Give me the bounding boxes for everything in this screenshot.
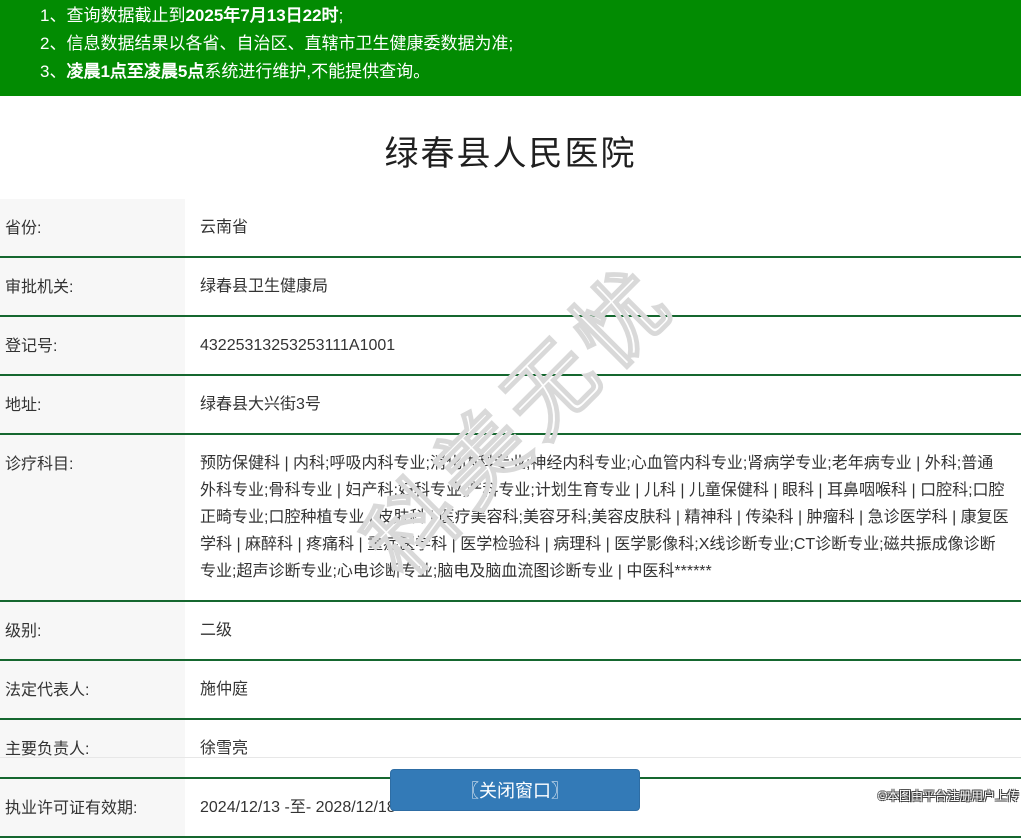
- row-value: 43225313253253111A1001: [200, 337, 396, 354]
- notice-line-3: 3、凌晨1点至凌晨5点系统进行维护,不能提供查询。: [40, 58, 1011, 86]
- notice-line-2: 2、信息数据结果以各省、自治区、直辖市卫生健康委数据为准;: [40, 30, 1011, 58]
- info-table: 省份: 云南省 审批机关: 绿春县卫生健康局 登记号: 432253132532…: [0, 199, 1021, 838]
- row-label: 诊疗科目:: [0, 435, 185, 600]
- notice-banner: 1、查询数据截止到2025年7月13日22时; 2、信息数据结果以各省、自治区、…: [0, 0, 1021, 96]
- table-row-legal-representative: 法定代表人: 施仲庭: [0, 661, 1021, 720]
- row-label: 审批机关:: [0, 258, 185, 315]
- notice-line-2-text: 2、信息数据结果以各省、自治区、直辖市卫生健康委数据为准;: [40, 34, 514, 53]
- row-value: 二级: [200, 622, 233, 639]
- notice-line-3-bold: 凌晨1点至凌晨5点: [66, 62, 205, 81]
- notice-line-1-text: 1、查询数据截止到: [40, 6, 186, 25]
- page-title: 绿春县人民医院: [384, 135, 637, 173]
- table-row-medical-subjects: 诊疗科目: 预防保健科 | 内科;呼吸内科专业;消化内科专业;神经内科专业;心血…: [0, 435, 1021, 602]
- row-label: 地址:: [0, 376, 185, 433]
- row-label: 主要负责人:: [0, 720, 185, 777]
- notice-line-1-tail: ;: [338, 6, 344, 25]
- row-value: 云南省: [200, 219, 249, 236]
- row-value: 绿春县大兴街3号: [200, 396, 321, 413]
- notice-line-3-text: 3、: [40, 62, 67, 81]
- row-label: 省份:: [0, 199, 185, 256]
- row-label: 级别:: [0, 602, 185, 659]
- row-label: 执业许可证有效期:: [0, 779, 185, 836]
- row-label: 登记号:: [0, 317, 185, 374]
- notice-line-1-bold: 2025年7月13日22时: [185, 6, 339, 25]
- notice-line-1: 1、查询数据截止到2025年7月13日22时;: [40, 2, 1011, 30]
- table-row-address: 地址: 绿春县大兴街3号: [0, 376, 1021, 435]
- row-value: 预防保健科 | 内科;呼吸内科专业;消化内科专业;神经内科专业;心血管内科专业;…: [200, 455, 1009, 580]
- footer-divider: [0, 757, 1021, 758]
- table-row-registration-number: 登记号: 43225313253253111A1001: [0, 317, 1021, 376]
- notice-line-3-tail: 系统进行维护,不能提供查询。: [204, 62, 431, 81]
- table-row-approval-authority: 审批机关: 绿春县卫生健康局: [0, 258, 1021, 317]
- table-row-province: 省份: 云南省: [0, 199, 1021, 258]
- row-value: 绿春县卫生健康局: [200, 278, 329, 295]
- row-label: 法定代表人:: [0, 661, 185, 718]
- upload-credit: ©本图由平台注册用户上传: [878, 789, 1019, 803]
- table-row-level: 级别: 二级: [0, 602, 1021, 661]
- row-value: 施仲庭: [200, 681, 249, 698]
